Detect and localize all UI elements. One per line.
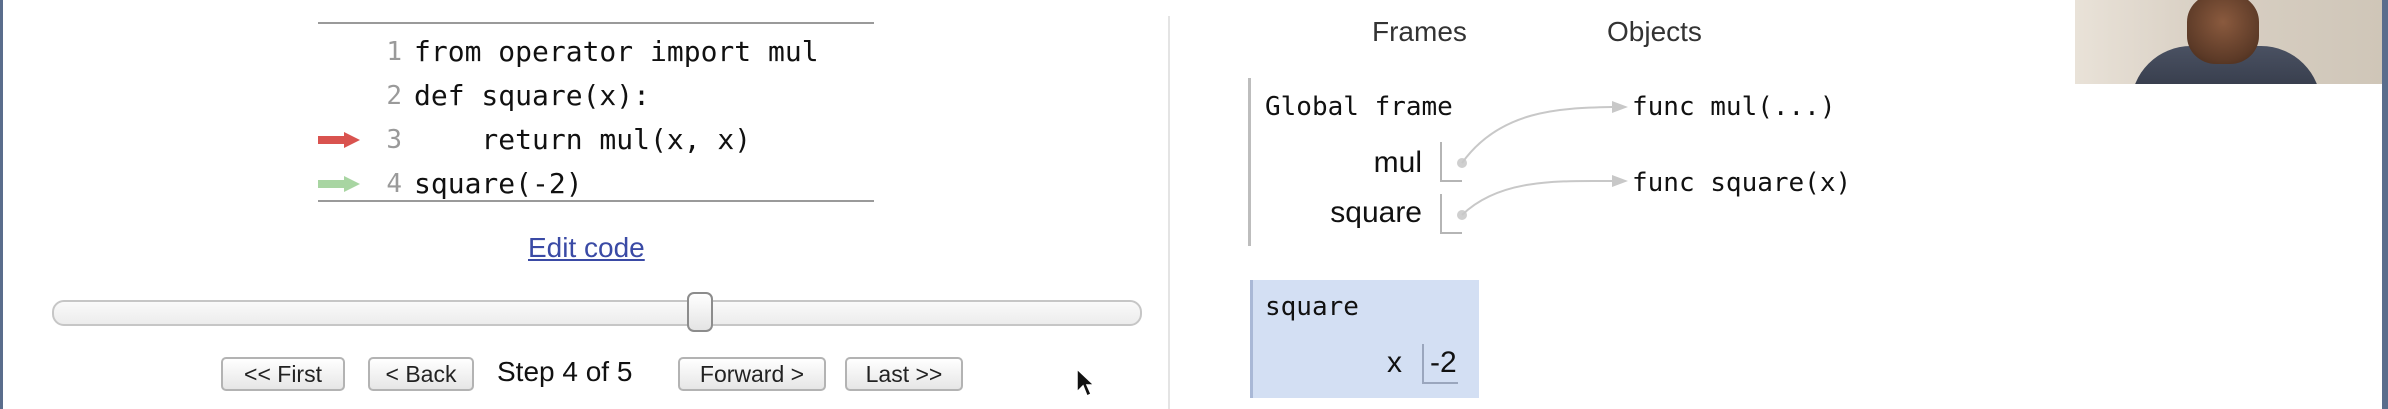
step-slider-track[interactable] xyxy=(52,300,1142,326)
square-frame-title: square xyxy=(1265,292,1359,322)
next-line-arrow-icon xyxy=(318,176,360,192)
webcam-person-head xyxy=(2187,0,2259,64)
variable-x: x xyxy=(1387,346,1402,379)
code-text: def square(x): xyxy=(414,79,651,112)
global-frame-title: Global frame xyxy=(1265,92,1453,122)
variable-x-value: -2 xyxy=(1422,344,1458,384)
pointer-arrows xyxy=(1461,101,1628,216)
last-button[interactable]: Last >> xyxy=(845,357,963,391)
variable-mul: mul xyxy=(1373,146,1422,179)
forward-button[interactable]: Forward > xyxy=(678,357,826,391)
mouse-cursor-icon xyxy=(1076,368,1094,398)
objects-header: Objects xyxy=(1607,16,1702,47)
line-number: 3 xyxy=(386,125,402,155)
back-button[interactable]: < Back xyxy=(368,357,474,391)
code-text: from operator import mul xyxy=(414,35,819,68)
webcam-overlay xyxy=(2075,0,2382,84)
object-func-square: func square(x) xyxy=(1632,168,1852,198)
first-button[interactable]: << First xyxy=(221,357,345,391)
panel-divider xyxy=(1168,16,1170,409)
frames-header: Frames xyxy=(1372,16,1467,47)
pointer-dot xyxy=(1457,158,1467,168)
object-func-mul: func mul(...) xyxy=(1632,92,1836,122)
line-number: 2 xyxy=(386,81,402,111)
line-number: 1 xyxy=(386,37,402,67)
step-slider-handle[interactable] xyxy=(687,292,713,332)
left-window-edge xyxy=(0,0,3,409)
current-line-arrow-icon xyxy=(318,132,360,148)
right-window-edge xyxy=(2382,0,2388,409)
code-text: square(-2) xyxy=(414,167,583,200)
global-frame-border xyxy=(1248,78,1251,246)
step-counter: Step 4 of 5 xyxy=(497,356,633,387)
pointer-dot xyxy=(1457,210,1467,220)
variable-square: square xyxy=(1330,196,1422,229)
code-bottom-rule xyxy=(318,200,874,202)
edit-code-link[interactable]: Edit code xyxy=(528,232,645,264)
code-text: return mul(x, x) xyxy=(414,123,752,156)
line-number: 4 xyxy=(386,169,402,199)
code-top-rule xyxy=(318,22,874,24)
